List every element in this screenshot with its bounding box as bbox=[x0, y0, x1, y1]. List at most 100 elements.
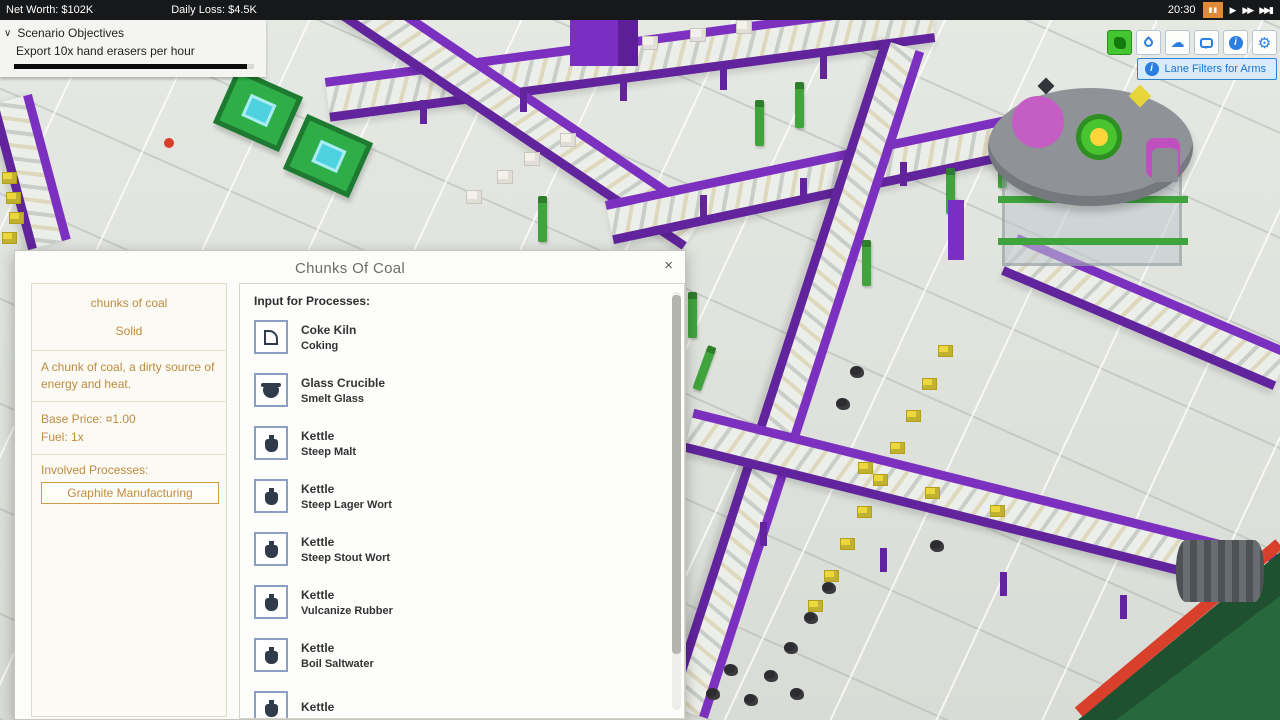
machine-name: Kettle bbox=[301, 588, 393, 602]
objectives-panel: ∨ Scenario Objectives Export 10x hand er… bbox=[0, 20, 266, 77]
scrollbar-thumb[interactable] bbox=[672, 295, 681, 654]
coal-item bbox=[930, 540, 944, 552]
white-cube-item bbox=[690, 28, 706, 42]
eraser-item bbox=[6, 192, 21, 204]
close-icon[interactable]: × bbox=[664, 259, 673, 273]
coal-item bbox=[836, 398, 850, 410]
process-name: Boil Saltwater bbox=[301, 658, 374, 670]
lane-filters-notification[interactable]: i Lane Filters for Arms bbox=[1137, 58, 1277, 80]
belt-leg bbox=[880, 548, 887, 572]
eraser-item bbox=[925, 487, 940, 499]
process-name: Vulcanize Rubber bbox=[301, 605, 393, 617]
belt-leg bbox=[820, 55, 827, 79]
white-cube-item bbox=[560, 133, 576, 147]
eraser-item bbox=[873, 474, 888, 486]
item-filter-button[interactable] bbox=[1107, 30, 1132, 55]
white-cube-item bbox=[466, 190, 482, 204]
process-name: Coking bbox=[301, 340, 356, 352]
press-machine bbox=[283, 114, 373, 198]
machine-icon-box bbox=[254, 691, 288, 719]
machine-icon-box bbox=[254, 426, 288, 460]
process-list-item[interactable]: Kettle Boil Saltwater bbox=[254, 638, 658, 672]
belt-leg bbox=[620, 77, 627, 101]
fastest-forward-button[interactable]: ▶▶▮ bbox=[1259, 5, 1272, 16]
gear-icon: ⚙ bbox=[1258, 34, 1271, 52]
item-description: A chunk of coal, a dirty source of energ… bbox=[41, 359, 217, 393]
droplet-icon bbox=[1142, 36, 1155, 49]
coal-item bbox=[784, 642, 798, 654]
coal-item bbox=[822, 582, 836, 594]
tank-core-center bbox=[1090, 128, 1108, 146]
belt-leg bbox=[720, 66, 727, 90]
machine-icon bbox=[265, 651, 278, 664]
machine-icon bbox=[265, 598, 278, 611]
info-button[interactable]: i bbox=[1223, 30, 1248, 55]
process-name: Smelt Glass bbox=[301, 393, 385, 405]
settings-button[interactable]: ⚙ bbox=[1252, 30, 1277, 55]
machine-icon-box bbox=[254, 638, 288, 672]
tank-ring bbox=[998, 238, 1188, 245]
robot-arm bbox=[692, 345, 716, 391]
process-name: Steep Malt bbox=[301, 446, 356, 458]
robot-arm bbox=[688, 292, 697, 338]
robot-arm bbox=[755, 100, 764, 146]
machine-name: Kettle bbox=[301, 482, 392, 496]
eraser-item bbox=[2, 232, 17, 244]
map-toolbar: ☁ i ⚙ bbox=[1107, 30, 1277, 55]
robot-arm bbox=[538, 196, 547, 242]
pause-button[interactable]: ▮▮ bbox=[1203, 2, 1223, 18]
involved-processes-label: Involved Processes: bbox=[41, 463, 217, 477]
eraser-item bbox=[824, 570, 839, 582]
eraser-item bbox=[857, 506, 872, 518]
white-cube-item bbox=[524, 152, 540, 166]
info-icon: i bbox=[1145, 62, 1159, 76]
process-list-item[interactable]: Kettle bbox=[254, 691, 658, 719]
machine-icon bbox=[265, 545, 278, 558]
gases-button[interactable]: ☁ bbox=[1165, 30, 1190, 55]
tank-pillar bbox=[948, 200, 964, 260]
machine-name: Glass Crucible bbox=[301, 376, 385, 390]
messages-button[interactable] bbox=[1194, 30, 1219, 55]
process-name: Steep Lager Wort bbox=[301, 499, 392, 511]
white-cube-item bbox=[497, 170, 513, 184]
machine-name: Coke Kiln bbox=[301, 323, 356, 337]
liquids-button[interactable] bbox=[1136, 30, 1161, 55]
items-icon bbox=[1114, 37, 1126, 49]
notification-text: Lane Filters for Arms bbox=[1165, 63, 1266, 75]
machine-icon-box bbox=[254, 585, 288, 619]
machine-icon-box bbox=[254, 320, 288, 354]
process-list-item[interactable]: Coke Kiln Coking bbox=[254, 320, 658, 354]
machine-name: Kettle bbox=[301, 641, 374, 655]
eraser-item bbox=[858, 462, 873, 474]
process-list-item[interactable]: Glass Crucible Smelt Glass bbox=[254, 373, 658, 407]
coal-item bbox=[744, 694, 758, 706]
machine-icon bbox=[265, 704, 278, 717]
involved-process-button[interactable]: Graphite Manufacturing bbox=[41, 482, 219, 504]
red-item bbox=[164, 138, 174, 148]
machine-icon-box bbox=[254, 479, 288, 513]
machine-icon bbox=[263, 387, 279, 398]
coal-item bbox=[764, 670, 778, 682]
process-list-item[interactable]: Kettle Steep Malt bbox=[254, 426, 658, 460]
item-name: chunks of coal bbox=[41, 296, 217, 310]
machine-name: Kettle bbox=[301, 700, 334, 714]
gray-hopper bbox=[1152, 148, 1178, 182]
top-bar: Net Worth: $102K Daily Loss: $4.5K 20:30… bbox=[0, 0, 1280, 20]
process-list-item[interactable]: Kettle Vulcanize Rubber bbox=[254, 585, 658, 619]
eraser-item bbox=[808, 600, 823, 612]
eraser-item bbox=[2, 172, 17, 184]
coal-item bbox=[804, 612, 818, 624]
scrollbar[interactable] bbox=[672, 292, 681, 710]
machine-icon-box bbox=[254, 532, 288, 566]
play-button[interactable]: ▶ bbox=[1229, 5, 1236, 16]
eraser-item bbox=[890, 442, 905, 454]
fast-forward-button[interactable]: ▶▶ bbox=[1242, 5, 1252, 16]
machine-icon-box bbox=[254, 373, 288, 407]
speech-bubble-icon bbox=[1200, 38, 1213, 48]
machine-icon bbox=[264, 330, 278, 345]
process-list-item[interactable]: Kettle Steep Stout Wort bbox=[254, 532, 658, 566]
process-list-item[interactable]: Kettle Steep Lager Wort bbox=[254, 479, 658, 513]
objective-progress-track bbox=[14, 64, 254, 69]
eraser-item bbox=[990, 505, 1005, 517]
chevron-down-icon[interactable]: ∨ bbox=[4, 28, 11, 39]
